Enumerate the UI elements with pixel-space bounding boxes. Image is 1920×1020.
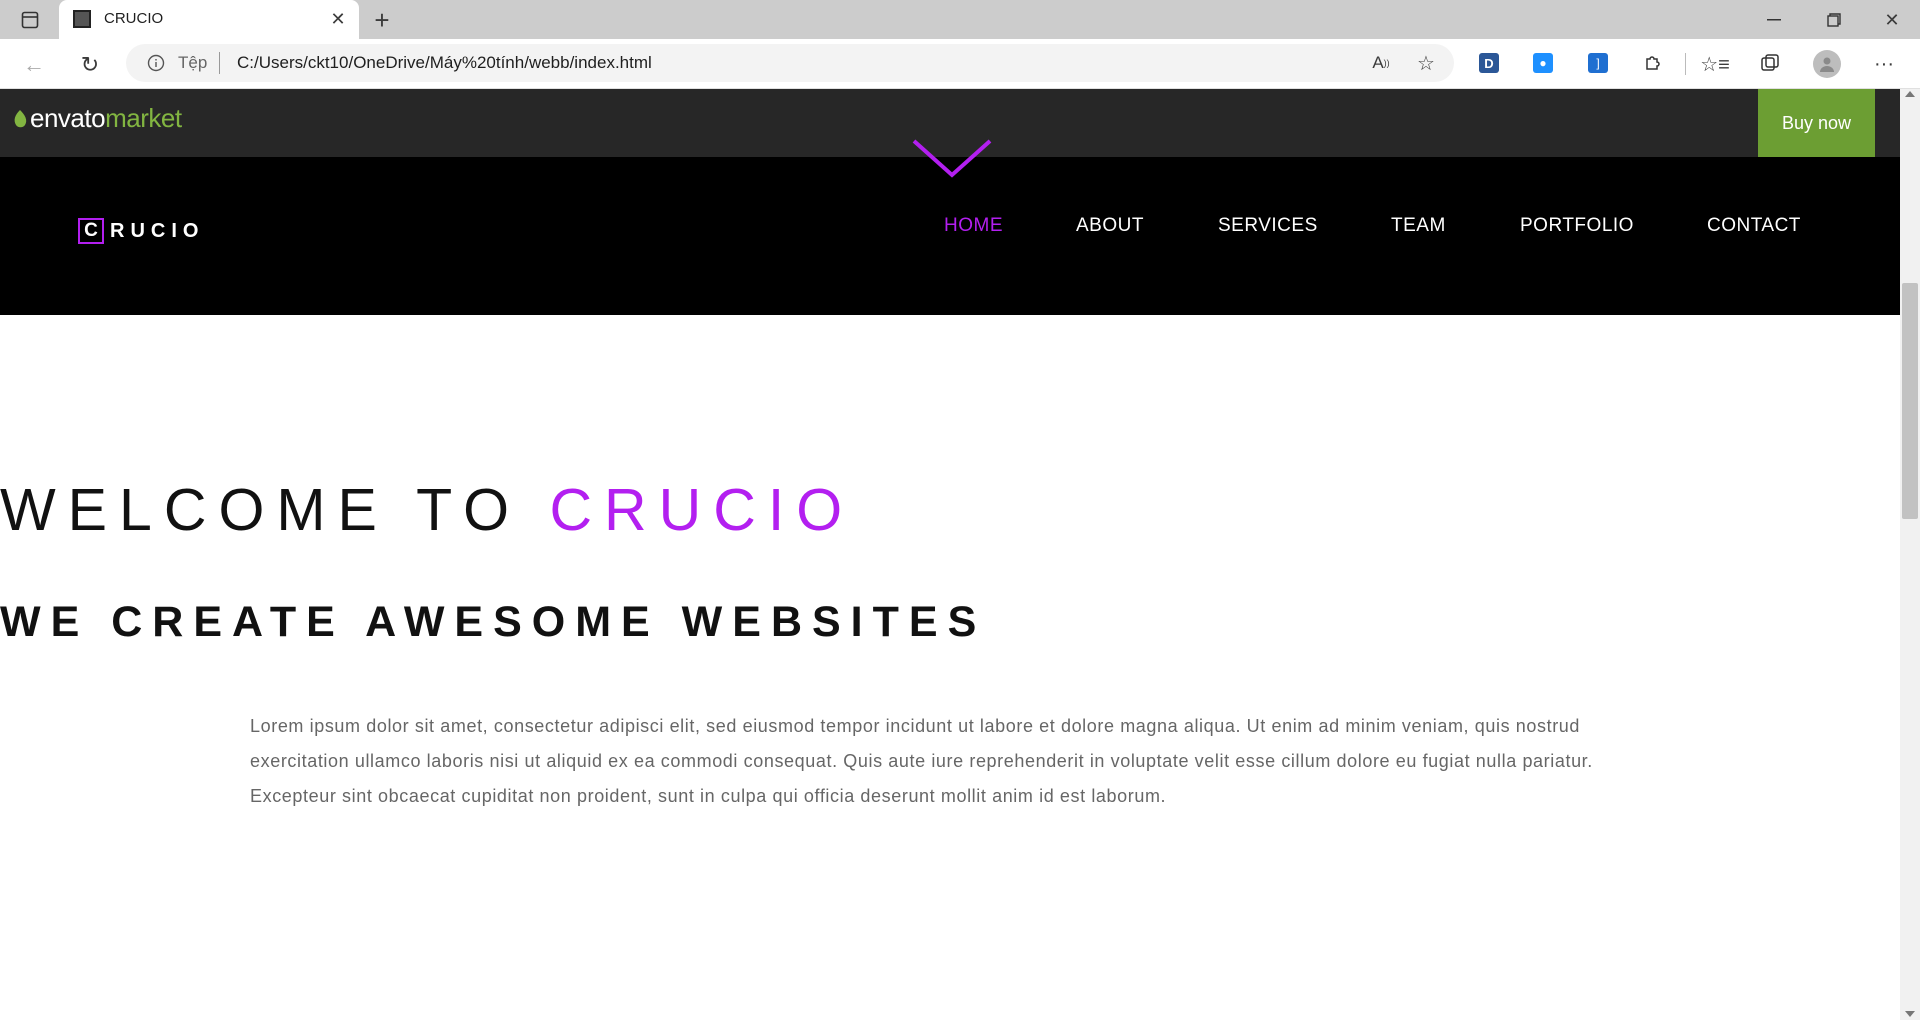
logo-envato-text: envato (30, 103, 106, 133)
chevron-down-icon[interactable] (910, 137, 994, 183)
logo-letter-box: C (78, 218, 104, 244)
site-logo[interactable]: C RUCIO (78, 218, 204, 244)
url-text[interactable]: C:/Users/ckt10/OneDrive/Máy%20tính/webb/… (237, 53, 652, 73)
url-field[interactable]: Tệp C:/Users/ckt10/OneDrive/Máy%20tính/w… (126, 44, 1454, 82)
back-icon[interactable]: ← (20, 51, 48, 79)
scroll-down-icon[interactable] (1905, 1011, 1915, 1017)
tab-actions-icon[interactable] (18, 8, 42, 32)
favicon-icon (73, 10, 91, 28)
add-favorite-icon[interactable]: ☆ (1414, 51, 1438, 75)
d-extension-icon[interactable]: D (1479, 53, 1499, 73)
refresh-icon[interactable]: ↻ (76, 51, 104, 79)
page-viewport: envato market Buy now C RUCIO HOME ABOUT… (0, 89, 1900, 1020)
logo-text: RUCIO (110, 219, 205, 242)
leaf-icon (14, 109, 27, 127)
collections-icon[interactable] (1758, 51, 1782, 75)
hero-title-prefix: WELCOME TO (0, 477, 522, 543)
puzzle-icon[interactable] (1641, 51, 1665, 75)
nav-item-home[interactable]: HOME (944, 215, 1003, 237)
close-window-icon[interactable]: ✕ (1878, 6, 1906, 34)
hero-title-accent: CRUCIO (549, 477, 855, 543)
nav-item-about[interactable]: ABOUT (1076, 215, 1144, 237)
nav-item-contact[interactable]: CONTACT (1707, 215, 1801, 237)
scroll-up-icon[interactable] (1905, 91, 1915, 97)
tab-strip: CRUCIO ✕ + ✕ (0, 0, 1920, 39)
url-divider (219, 52, 220, 74)
logo-market-text: market (105, 103, 182, 133)
buy-now-button[interactable]: Buy now (1758, 89, 1875, 157)
browser-tab[interactable]: CRUCIO ✕ (59, 0, 359, 39)
scrollbar-thumb[interactable] (1902, 283, 1918, 519)
nav-item-portfolio[interactable]: PORTFOLIO (1520, 215, 1634, 237)
site-info-label: Tệp (178, 53, 208, 72)
drop-extension-icon[interactable]: ● (1533, 53, 1553, 73)
minimize-icon[interactable] (1760, 6, 1788, 34)
new-tab-icon[interactable]: + (368, 5, 396, 35)
close-tab-icon[interactable]: ✕ (327, 8, 349, 30)
scrollbar-track[interactable] (1900, 89, 1920, 1020)
toolbar-divider (1685, 53, 1686, 75)
more-icon[interactable]: ··· (1870, 51, 1898, 77)
favorites-icon[interactable]: ☆≡ (1700, 51, 1730, 77)
nav-item-team[interactable]: TEAM (1391, 215, 1446, 237)
hero-title: WELCOME TO CRUCIO (0, 476, 854, 544)
profile-icon[interactable] (1813, 50, 1841, 78)
hero-subtitle: WE CREATE AWESOME WEBSITES (0, 598, 987, 646)
info-icon[interactable] (146, 53, 166, 73)
restore-icon[interactable] (1820, 6, 1848, 34)
nav-item-services[interactable]: SERVICES (1218, 215, 1318, 237)
envato-logo[interactable]: envato market (12, 103, 182, 134)
bracket-extension-icon[interactable]: ] (1588, 53, 1608, 73)
tab-title: CRUCIO (104, 10, 164, 27)
address-bar: ← ↻ Tệp C:/Users/ckt10/OneDrive/Máy%20tí… (0, 39, 1920, 89)
read-aloud-icon[interactable]: A)) (1369, 51, 1393, 75)
hero-description: Lorem ipsum dolor sit amet, consectetur … (250, 716, 1593, 806)
